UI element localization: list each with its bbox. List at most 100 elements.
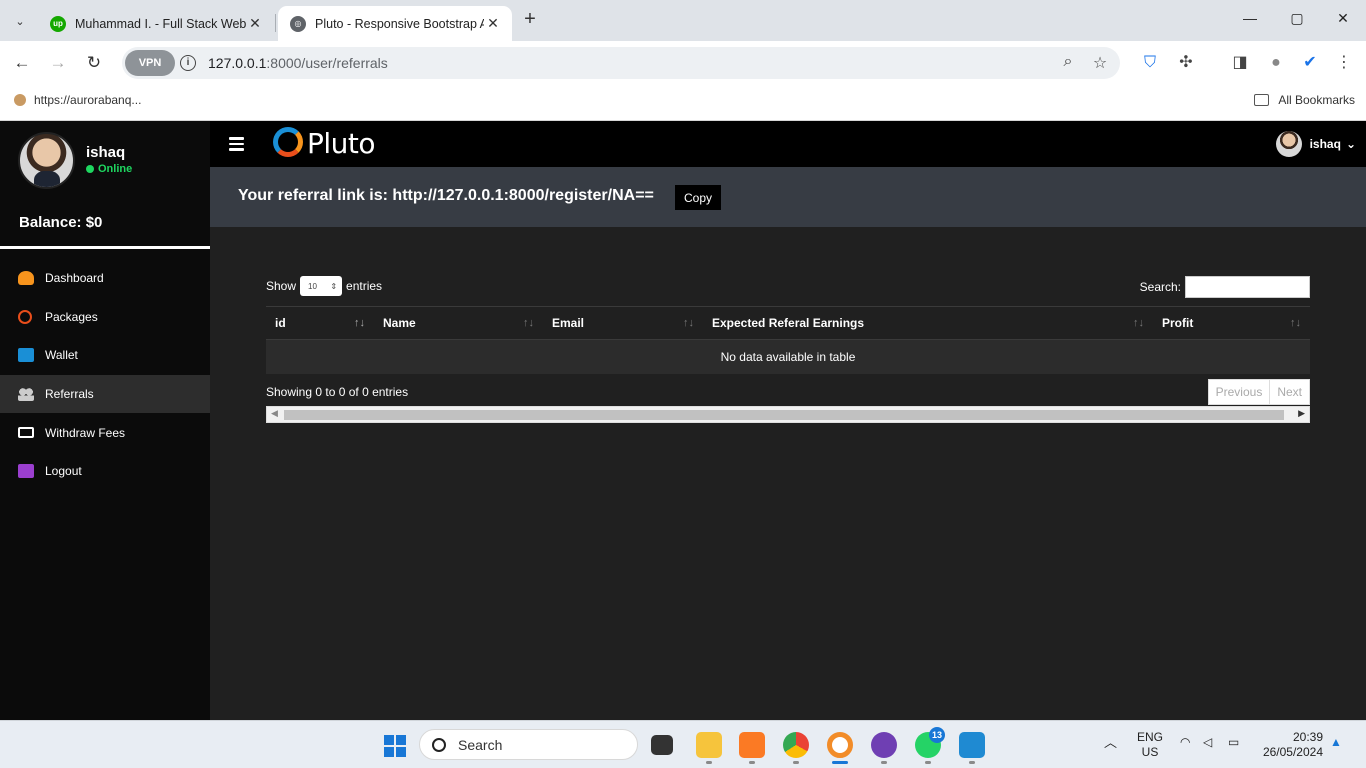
sidebar: ishaq Online Balance: $0 Dashboard Packa… [0,121,210,720]
table-search-control: Search: [1140,276,1310,298]
file-explorer-icon[interactable] [696,732,722,758]
bookmark-star-icon[interactable]: ☆ [1090,53,1110,73]
browser-tab-strip: ⌄ up Muhammad I. - Full Stack Web D ✕ ◎ … [0,0,1366,41]
sidebar-item-packages[interactable]: Packages [0,298,210,337]
column-label: id [275,316,286,330]
referrals-table: id ↑↓ Name ↑↓ Email ↑↓ Expected Referal … [266,306,1310,374]
back-button[interactable]: ← [11,52,33,74]
column-label: Expected Referal Earnings [712,316,865,330]
extensions-puzzle-icon[interactable]: ✣ [1175,52,1197,74]
sidebar-item-referrals[interactable]: Referrals [0,374,210,414]
scroll-left-icon[interactable]: ◀ [271,408,278,419]
search-input[interactable] [1185,276,1310,298]
close-window-button[interactable]: ✕ [1333,10,1353,30]
github-desktop-icon[interactable] [871,732,897,758]
tray-overflow-icon[interactable]: ︿ [1104,735,1117,750]
task-view-icon[interactable] [651,735,673,755]
reload-button[interactable]: ↻ [83,52,105,74]
site-info-icon[interactable]: i [180,55,196,71]
column-header-name[interactable]: Name ↑↓ [374,307,543,339]
sidebar-item-label: Packages [45,309,98,324]
column-label: Name [383,316,416,330]
forward-button[interactable]: → [47,52,69,74]
sidebar-item-label: Logout [45,464,82,479]
referral-label: Your referral link is: [238,187,393,204]
windows-start-icon[interactable] [384,735,406,757]
notification-bell-icon[interactable]: ▲ [1330,735,1342,750]
online-label: Online [98,163,133,175]
sidebar-item-dashboard[interactable]: Dashboard [0,259,210,298]
sidebar-item-withdraw-fees[interactable]: Withdraw Fees [0,413,210,452]
address-bar[interactable]: VPN i 127.0.0.1:8000/user/referrals ⌕ ☆ [122,47,1120,79]
chrome-icon[interactable] [783,732,809,758]
language-label: ENG [1137,730,1164,744]
browser-app-icon[interactable] [827,732,853,758]
entries-label: entries [346,279,383,293]
app-running-indicator [793,761,799,764]
language-indicator[interactable]: ENG US [1137,730,1163,760]
select-arrows-icon: ⇕ [330,281,338,291]
notification-badge: 13 [929,727,945,743]
scroll-right-icon[interactable]: ▶ [1298,408,1305,419]
vpn-badge[interactable]: VPN [125,50,175,76]
app-running-indicator [969,761,975,764]
empty-table-message: No data available in table [266,340,1310,374]
minimize-button[interactable]: — [1240,10,1260,30]
all-bookmarks-button[interactable]: All Bookmarks [1254,93,1355,107]
taskbar-search-label: Search [458,736,503,753]
sidebar-profile: ishaq Online Balance: $0 [0,121,210,249]
previous-button[interactable]: Previous [1207,379,1271,405]
new-tab-button[interactable]: + [519,9,541,31]
avatar [1275,131,1302,157]
date-label: 26/05/2024 [1262,745,1323,759]
table-length-control: Show 10 ⇕ entries [266,276,382,296]
windows-taskbar: Search 13 ︿ ENG US ◠ ◁ ▭ 20:39 26/05/202… [0,720,1366,768]
tab-search-button[interactable]: ⌄ [8,9,32,33]
menu-toggle-icon[interactable] [229,137,244,151]
tab-pluto[interactable]: ◎ Pluto - Responsive Bootstrap Ad ✕ [278,6,512,41]
column-header-email[interactable]: Email ↑↓ [543,307,703,339]
globe-icon: ◎ [290,15,306,32]
bookmark-item[interactable]: https://aurorabanq... [14,93,141,107]
security-check-icon[interactable]: ✔ [1299,52,1321,74]
dashboard-icon [18,271,34,286]
zoom-icon[interactable]: ⌕ [1058,53,1078,73]
tab-upwork[interactable]: up Muhammad I. - Full Stack Web D ✕ [38,6,274,41]
battery-icon[interactable]: ▭ [1228,735,1239,750]
maximize-button[interactable]: ▢ [1287,10,1307,30]
column-header-profit[interactable]: Profit ↑↓ [1153,307,1310,339]
sidebar-item-wallet[interactable]: Wallet [0,336,210,375]
horizontal-scrollbar[interactable]: ◀ ▶ [266,406,1310,423]
shield-extension-icon[interactable]: ⛉ [1139,52,1161,74]
url-text[interactable]: 127.0.0.1:8000/user/referrals [208,55,388,71]
app-running-indicator [706,761,712,764]
profile-icon[interactable]: ● [1265,52,1287,74]
xampp-icon[interactable] [739,732,765,758]
next-button[interactable]: Next [1270,379,1310,405]
clock[interactable]: 20:39 26/05/2024 [1259,730,1323,760]
pluto-logo-icon [273,127,303,157]
table-header: id ↑↓ Name ↑↓ Email ↑↓ Expected Referal … [266,306,1310,340]
user-menu-name: ishaq [1309,137,1341,151]
balance: Balance: $0 [19,214,103,231]
side-panel-icon[interactable]: ◨ [1229,52,1251,74]
copy-button[interactable]: Copy [675,185,721,210]
tab-title: Muhammad I. - Full Stack Web D [75,16,246,31]
vscode-icon[interactable] [959,732,985,758]
wifi-icon[interactable]: ◠ [1180,735,1190,750]
entries-select-value: 10 [308,281,317,291]
user-menu[interactable]: ishaq ⌄ [1275,131,1356,157]
online-status: Online [86,163,132,175]
volume-icon[interactable]: ◁ [1203,735,1212,750]
tab-close-icon[interactable]: ✕ [246,15,264,32]
sidebar-item-logout[interactable]: Logout [0,452,210,491]
sort-icon: ↑↓ [354,317,365,329]
chrome-menu-icon[interactable]: ⋮ [1333,52,1355,74]
column-header-expected-earnings[interactable]: Expected Referal Earnings ↑↓ [703,307,1153,339]
tab-close-icon[interactable]: ✕ [484,15,502,32]
scrollbar-thumb[interactable] [284,410,1284,420]
column-header-id[interactable]: id ↑↓ [266,307,374,339]
entries-select[interactable]: 10 ⇕ [300,276,343,296]
taskbar-search[interactable]: Search [419,729,638,760]
search-label: Search: [1139,280,1181,294]
